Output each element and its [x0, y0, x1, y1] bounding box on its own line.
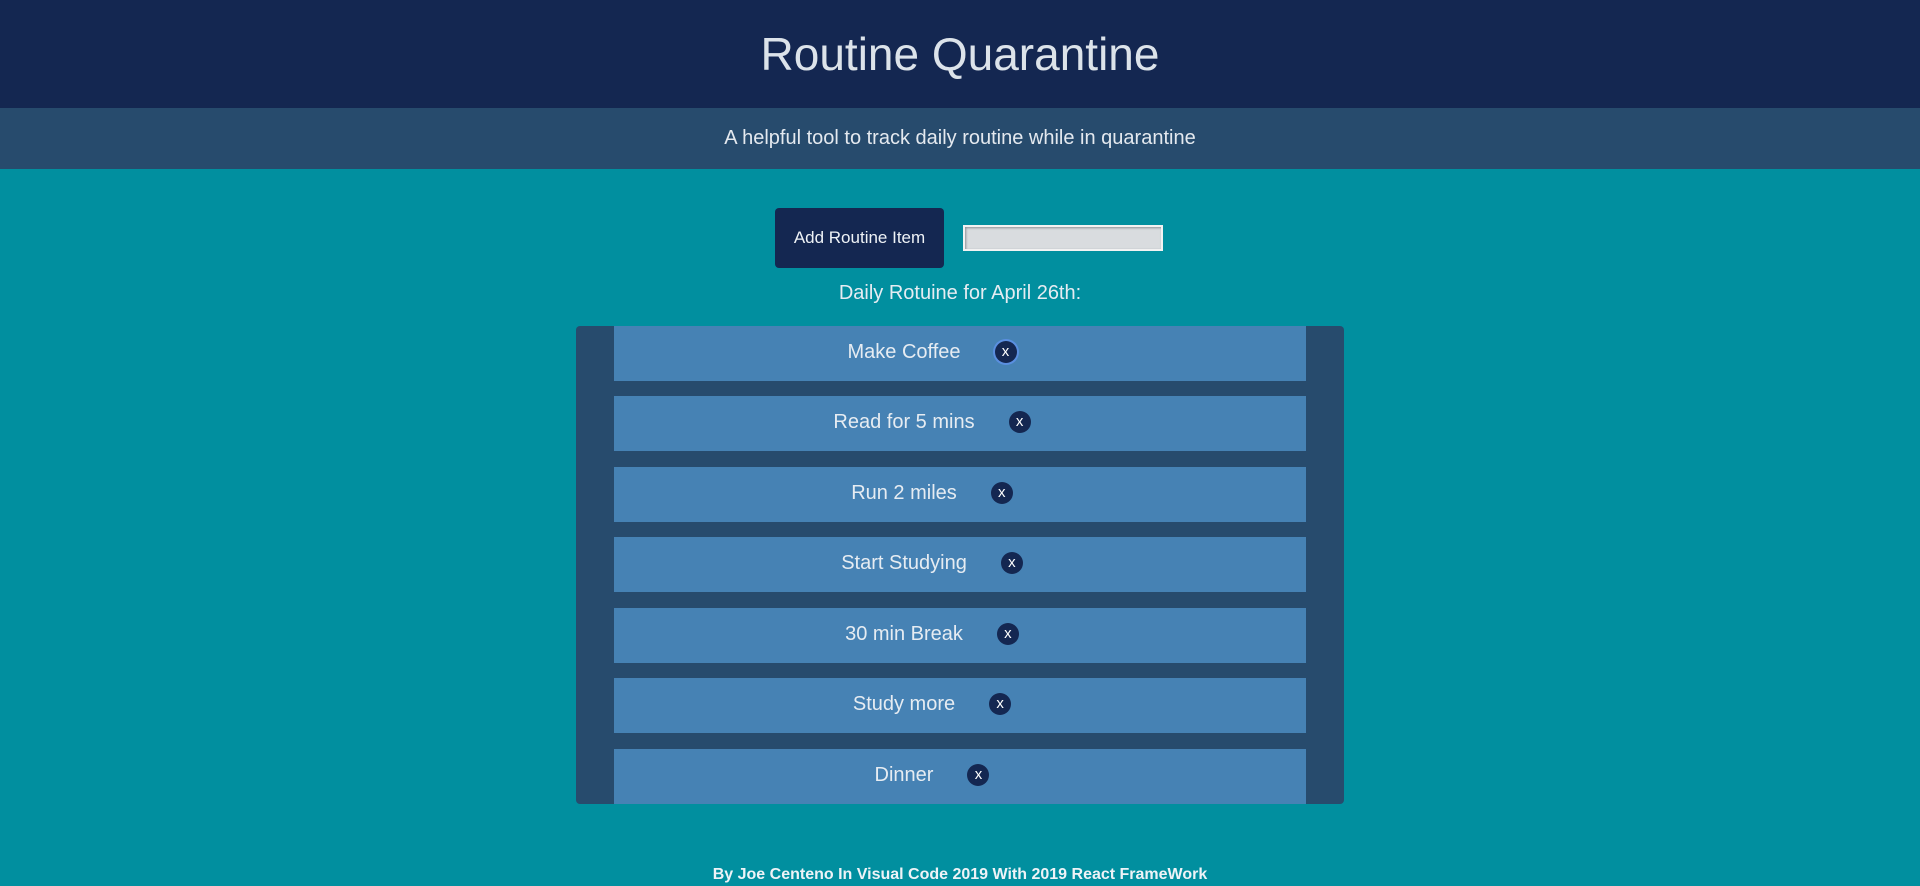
list-item: Start Studying x — [614, 537, 1306, 592]
list-item: Dinner x — [614, 749, 1306, 804]
routine-item-label: Study more — [852, 693, 956, 715]
delete-item-button[interactable]: x — [990, 482, 1013, 504]
delete-item-button[interactable]: x — [967, 764, 990, 786]
add-item-controls: Add Routine Item — [775, 208, 1163, 268]
routine-item-label: 30 min Break — [845, 623, 963, 645]
delete-item-button[interactable]: x — [996, 623, 1019, 645]
add-routine-item-button[interactable]: Add Routine Item — [775, 208, 944, 268]
delete-item-button[interactable]: x — [989, 693, 1012, 715]
routine-item-label: Dinner — [874, 764, 934, 786]
app-description: A helpful tool to track daily routine wh… — [724, 127, 1196, 149]
footer-credit: By Joe Centeno In Visual Code 2019 With … — [712, 866, 1208, 883]
routine-item-label: Start Studying — [841, 552, 967, 574]
app-subheader: A helpful tool to track daily routine wh… — [0, 108, 1920, 169]
delete-item-button[interactable]: x — [1000, 552, 1023, 574]
list-item: Run 2 miles x — [614, 467, 1306, 522]
list-item: 30 min Break x — [614, 608, 1306, 663]
delete-item-button[interactable]: x — [994, 341, 1017, 363]
app-header: Routine Quarantine — [0, 0, 1920, 108]
delete-item-button[interactable]: x — [1008, 411, 1031, 433]
list-item: Study more x — [614, 678, 1306, 733]
page-title: Routine Quarantine — [760, 28, 1160, 80]
list-item: Read for 5 mins x — [614, 396, 1306, 451]
routine-item-label: Make Coffee — [847, 341, 961, 363]
list-item: Make Coffee x — [614, 326, 1306, 381]
routine-list: Make Coffee x Read for 5 mins x Run 2 mi… — [576, 326, 1344, 804]
routine-item-input[interactable] — [963, 225, 1163, 251]
routine-item-label: Run 2 miles — [851, 482, 957, 504]
routine-date-heading: Daily Rotuine for April 26th: — [838, 282, 1082, 304]
routine-item-label: Read for 5 mins — [833, 411, 975, 433]
